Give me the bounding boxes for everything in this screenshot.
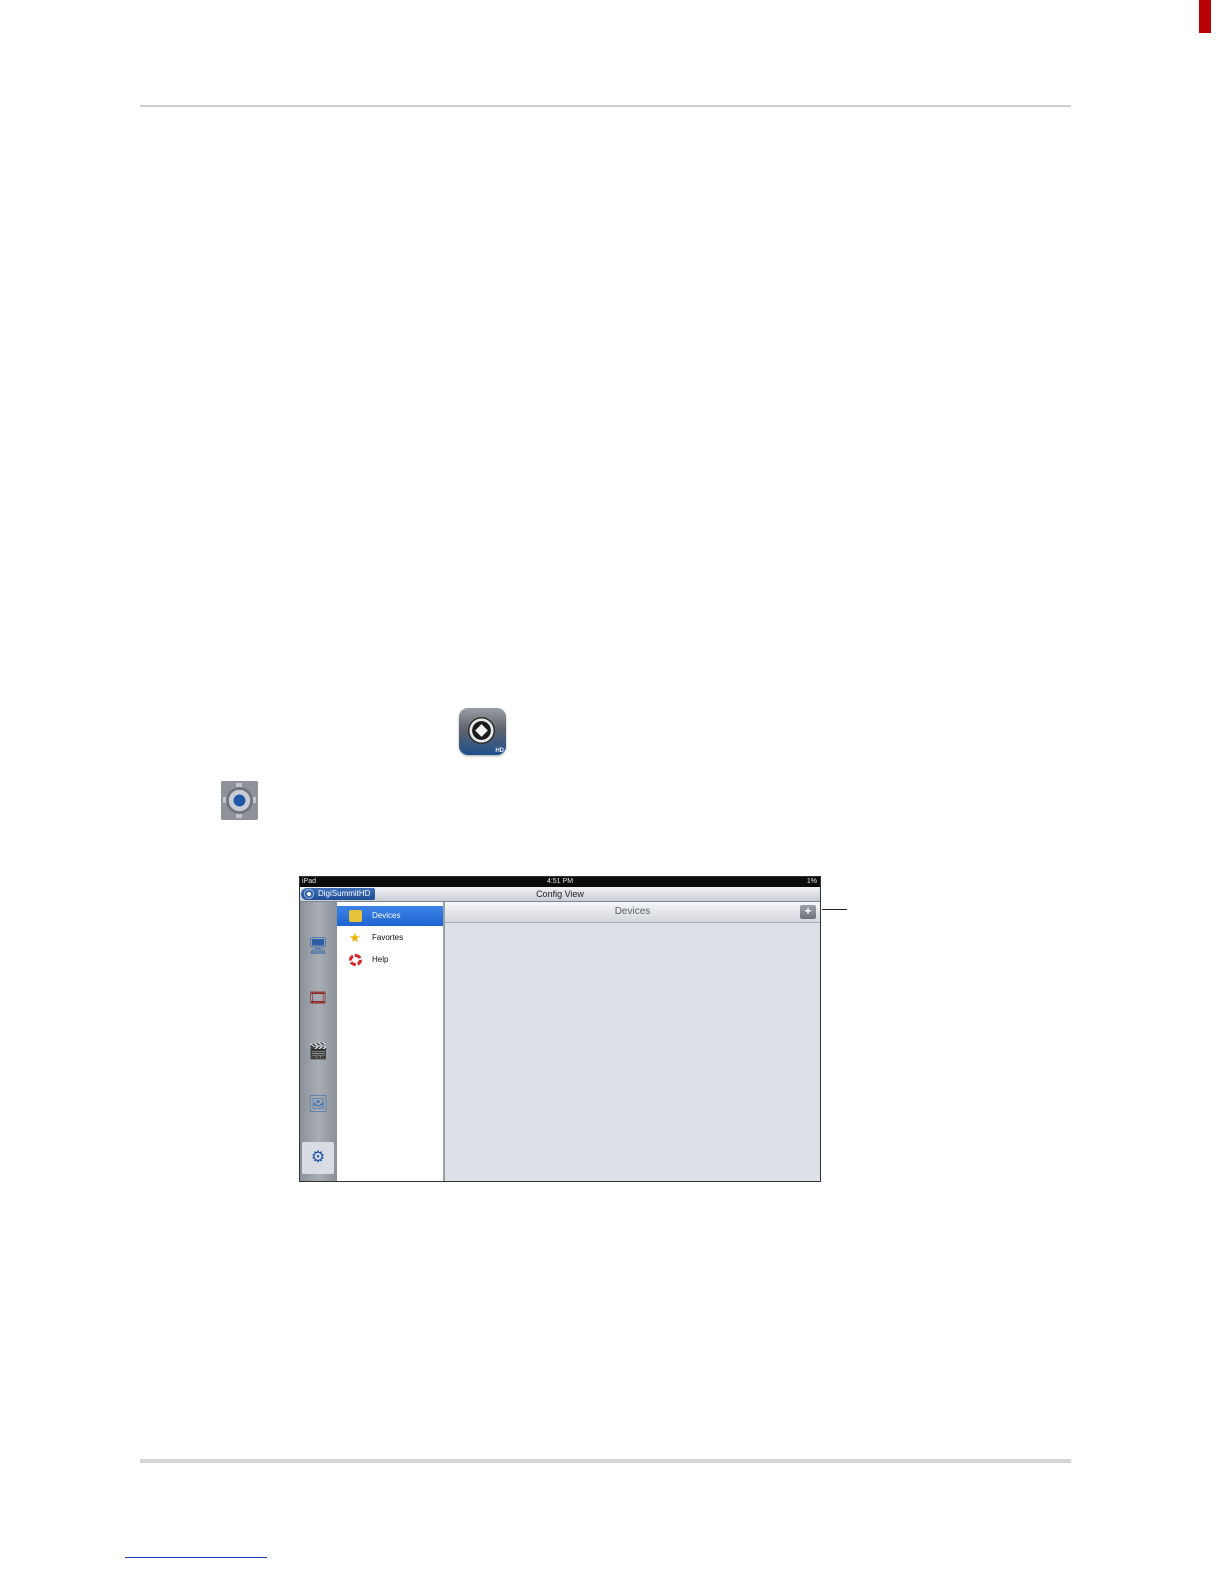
settings-gear-icon[interactable] xyxy=(221,781,258,820)
menu-item-label: Devices xyxy=(372,911,401,920)
devices-title: Devices xyxy=(614,906,651,917)
app-icon-badge: HD xyxy=(495,748,504,754)
playback-tab-icon[interactable]: 🎞 xyxy=(306,988,330,1010)
config-tab-icon[interactable]: ⚙ xyxy=(302,1142,334,1174)
footer-link-underline[interactable] xyxy=(125,1557,267,1558)
star-icon: ★ xyxy=(349,930,361,945)
menu-item-favorites[interactable]: ★ Favortes xyxy=(337,928,443,948)
add-device-button[interactable]: + xyxy=(800,905,816,919)
nav-bar: DigiSummitHD Config View xyxy=(300,887,820,902)
menu-item-help[interactable]: Help xyxy=(337,950,443,970)
devices-header: Devices + xyxy=(445,902,820,923)
devices-icon xyxy=(349,910,362,922)
menu-item-label: Help xyxy=(372,955,389,964)
nav-title: Config View xyxy=(536,889,584,899)
gear-body xyxy=(226,787,253,814)
ipad-screenshot: iPad 4:51 PM 1% DigiSummitHD Config View… xyxy=(299,876,821,1182)
config-menu: Devices ★ Favortes Help xyxy=(337,902,445,1181)
menu-item-label: Favortes xyxy=(372,933,404,942)
status-time: 4:51 PM xyxy=(546,878,574,885)
battery-label: 1% xyxy=(806,878,817,885)
callout-line xyxy=(822,909,847,910)
header-rule xyxy=(140,105,1071,107)
page-corner-mark xyxy=(1199,0,1211,33)
menu-item-devices[interactable]: Devices xyxy=(337,906,443,926)
lifebuoy-icon xyxy=(349,954,362,966)
status-bar: iPad 4:51 PM 1% xyxy=(300,877,820,887)
footer-rule xyxy=(140,1459,1071,1463)
live-view-tab-icon[interactable]: 🖥 xyxy=(306,936,330,958)
snapshot-tab-icon[interactable]: 🖼 xyxy=(306,1094,330,1116)
devices-panel: Devices + xyxy=(445,902,820,1181)
video-tab-icon[interactable]: 🎬 xyxy=(306,1041,330,1063)
app-icon[interactable]: HD xyxy=(459,708,506,755)
tab-icon-bar: 🖥 🎞 🎬 🖼 ⚙ xyxy=(300,902,337,1181)
